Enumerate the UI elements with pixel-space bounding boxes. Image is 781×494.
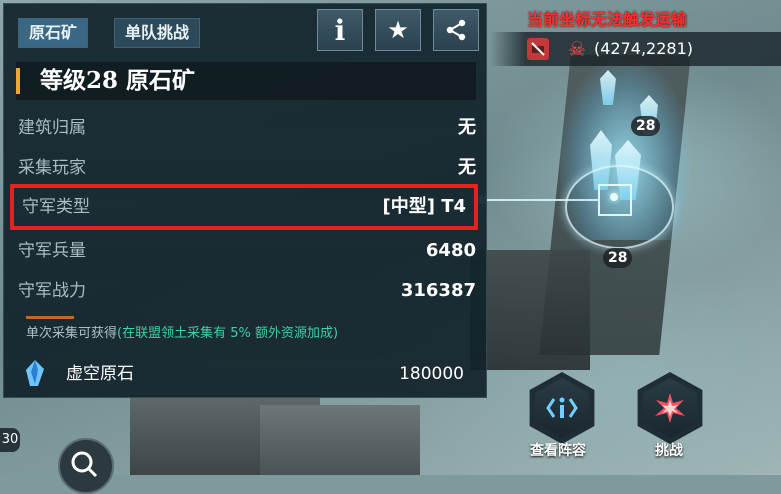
tab-solo-challenge[interactable]: 单队挑战 (114, 18, 201, 48)
skull-icon: ☠ (568, 37, 586, 61)
view-formation-button-face (535, 378, 589, 438)
info-row-garrison-power: 守军战力 316387 (16, 271, 478, 311)
info-row-owner: 建筑归属 无 (16, 108, 478, 148)
info-row-gatherer: 采集玩家 无 (16, 148, 478, 188)
row-label: 守军类型 (22, 197, 90, 217)
row-value: 无 (458, 117, 476, 138)
info-row-garrison-type: 守军类型 [中型] T4 (10, 184, 478, 230)
section-divider (26, 316, 74, 319)
page-title: 等级28 原石矿 (40, 67, 196, 94)
clash-icon (655, 393, 685, 423)
alliance-bonus-text: (在联盟领土采集有 5% 额外资源加成) (117, 326, 339, 341)
map-level-badge[interactable]: 28 (631, 116, 661, 136)
search-icon (71, 451, 98, 478)
resource-name: 虚空原石 (66, 364, 134, 384)
title-accent (16, 68, 20, 94)
level-tag[interactable]: 30 (0, 428, 20, 452)
row-value: 316387 (400, 280, 476, 301)
map-level-badge[interactable]: 28 (603, 248, 633, 268)
tab-mine[interactable]: 原石矿 (18, 18, 89, 48)
row-label: 守军战力 (18, 281, 86, 301)
mine-info-panel: 原石矿 单队挑战 i ★ 等级28 原石矿 建筑归属 无 采集玩家 无 守军类型… (3, 3, 487, 398)
void-crystal-icon (26, 360, 44, 386)
panel-connector-line (482, 199, 598, 201)
coordinates-readout[interactable]: (4274,2281) (594, 36, 693, 62)
row-label: 守军兵量 (18, 241, 86, 261)
search-button[interactable] (58, 438, 114, 494)
row-label: 建筑归属 (18, 118, 86, 138)
info-bracket-icon (546, 397, 578, 418)
gather-note: 单次采集可获得(在联盟领土采集有 5% 额外资源加成) (26, 324, 338, 344)
row-value: 无 (458, 157, 476, 178)
view-formation-label: 查看阵容 (530, 443, 586, 459)
row-label: 采集玩家 (18, 158, 86, 178)
resource-amount: 180000 (399, 364, 464, 384)
share-icon (446, 19, 466, 41)
gather-note-text: 单次采集可获得 (26, 326, 118, 341)
star-icon: ★ (387, 16, 409, 44)
row-value: 6480 (425, 240, 476, 261)
rock-cliff (470, 250, 590, 370)
challenge-label: 挑战 (655, 443, 683, 459)
resource-row: 虚空原石 180000 (16, 356, 478, 392)
info-icon: i (334, 13, 346, 47)
no-transport-icon (527, 38, 549, 60)
share-button[interactable] (433, 9, 479, 51)
info-row-garrison-count: 守军兵量 6480 (16, 231, 478, 271)
rock-cliff (260, 405, 420, 475)
transport-warning: 当前坐标无法触发运输 (527, 10, 688, 29)
target-center-dot (610, 193, 618, 201)
favorite-button[interactable]: ★ (375, 9, 421, 51)
info-button[interactable]: i (317, 9, 363, 51)
challenge-button-face (643, 378, 697, 438)
row-value: [中型] T4 (382, 196, 466, 217)
